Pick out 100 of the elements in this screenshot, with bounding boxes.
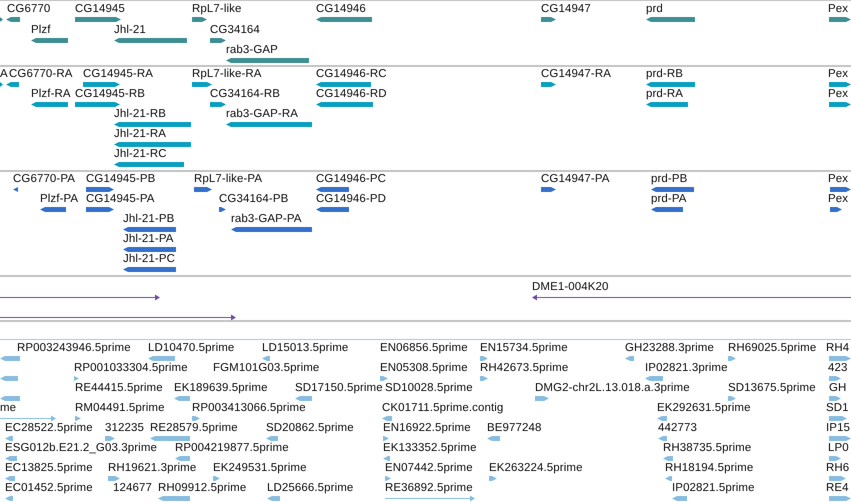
feature-label: LD25666.5prime: [267, 482, 354, 495]
feature-label: Jhl-21: [114, 24, 146, 36]
feature-label: SD1: [826, 402, 849, 415]
feature-label: 442773: [658, 422, 697, 435]
feature-label: Pex: [828, 173, 848, 186]
feature-label: CG14947-RA: [541, 68, 612, 81]
feature-label: RP003243946.5prime: [17, 342, 131, 355]
feature-label: Jhl-21-RA: [114, 128, 166, 141]
feature-label: CG14945: [75, 3, 125, 16]
feature-label: EK263224.5prime: [489, 462, 583, 475]
feature-label: Jhl-21-RC: [114, 148, 167, 161]
feature-label: CG14946-PC: [316, 173, 386, 186]
feature-label: RH42673.5prime: [480, 362, 568, 375]
feature-label: prd-PB: [651, 173, 688, 186]
feature-label: Pex: [828, 88, 848, 101]
feature-label: rab3-GAP-PA: [231, 213, 302, 226]
feature-label: Jhl-21-PC: [123, 253, 176, 266]
feature-label: CG14945-RA: [83, 68, 154, 81]
feature-label: Pex: [828, 68, 848, 81]
feature-label: RM04491.5prime: [75, 402, 165, 415]
feature-label: LD10470.5prime: [148, 342, 234, 355]
feature-label: 423: [828, 362, 848, 375]
feature-label: RH18194.5prime: [665, 462, 754, 475]
feature-label: CG14946-RC: [316, 68, 387, 81]
feature-label: EN07442.5prime: [385, 462, 473, 475]
feature-label: EC13825.5prime: [5, 462, 93, 475]
feature-label: RpL7-like-RA: [192, 68, 262, 81]
feature-label: prd: [646, 3, 663, 16]
feature-label: GH23288.3prime: [625, 342, 714, 355]
feature-label: CG6770-RA: [9, 68, 73, 81]
feature-label: RH38735.5prime: [663, 442, 752, 455]
feature-label: EK189639.5prime: [174, 382, 268, 395]
feature-label: CG14945-PB: [86, 173, 156, 186]
feature-label: GH: [829, 382, 846, 395]
feature-label: RH09912.5prime: [158, 482, 246, 495]
feature-label: CG6770-PA: [13, 173, 76, 186]
feature-label: rab3-GAP: [226, 44, 278, 57]
feature-label: RH19621.3prime: [108, 462, 196, 475]
feature-label: CG6770: [7, 3, 50, 16]
feature-label: prd-RA: [646, 88, 684, 101]
feature-label: RE36892.5prime: [385, 482, 473, 495]
feature-label: RP001033304.5prime: [74, 362, 188, 375]
feature-label: SD13675.5prime: [728, 382, 816, 395]
feature-label: LP0: [828, 442, 849, 455]
feature-label: Plzf-RA: [31, 88, 71, 101]
feature-label: prd-PA: [651, 193, 687, 206]
feature-label: Jhl-21-PB: [123, 213, 174, 226]
feature-label: 312235: [105, 422, 144, 435]
feature-label: RpL7-like-PA: [194, 173, 262, 186]
feature-label: ESG012b.E21.2_G03.3prime: [5, 442, 157, 455]
feature-label: CG14945-RB: [75, 88, 146, 101]
feature-label: Pex: [828, 193, 848, 206]
feature-label: me: [0, 402, 16, 415]
feature-label: DME1-004K20: [532, 281, 609, 294]
feature-label: EN06856.5prime: [380, 342, 468, 355]
feature-label: Plzf: [31, 24, 51, 36]
feature-label: RH6: [826, 462, 850, 475]
feature-label: EC01452.5prime: [5, 482, 93, 495]
feature-label: EK133352.5prime: [383, 442, 477, 455]
feature-label: Jhl-21-PA: [123, 233, 174, 246]
feature-label: CG14947-PA: [541, 173, 610, 186]
feature-label: SD20862.5prime: [266, 422, 354, 435]
feature-label: LD15013.5prime: [262, 342, 348, 355]
feature-label: RH69025.5prime: [728, 342, 816, 355]
feature-label: Plzf-PA: [40, 193, 78, 206]
feature-label: CG34164-RB: [210, 88, 280, 101]
feature-label: EK249531.5prime: [213, 462, 307, 475]
feature-label: SD17150.5prime: [295, 382, 383, 395]
feature-label: RE28579.5prime: [150, 422, 238, 435]
feature-label: CG14946: [316, 3, 366, 16]
feature-label: RpL7-like: [192, 3, 242, 16]
feature-label: 124677: [113, 482, 152, 495]
feature-label: EK292631.5prime: [657, 402, 751, 415]
feature-label: CG14945-PA: [86, 193, 155, 206]
feature-label: RE44415.5prime: [75, 382, 163, 395]
feature-label: EN15734.5prime: [480, 342, 568, 355]
feature-label: IP02821.3prime: [645, 362, 728, 375]
feature-label: DMG2-chr2L.13.018.a.3prime: [535, 382, 690, 395]
feature-label: BE977248: [487, 422, 542, 435]
feature-label: EN16922.5prime: [383, 422, 471, 435]
feature-label: CG14946-PD: [316, 193, 386, 206]
feature-label: RP004219877.5prime: [175, 442, 289, 455]
feature-label: SD10028.5prime: [385, 382, 473, 395]
feature-label: IP15: [826, 422, 850, 435]
feature-label: CG34164-PB: [219, 193, 288, 206]
feature-label: IP02821.5prime: [672, 482, 755, 495]
feature-label: RE4: [826, 482, 849, 495]
feature-label: EC28522.5prime: [5, 422, 93, 435]
feature-label: CG14947: [541, 3, 591, 16]
feature-label: prd-RB: [646, 68, 684, 81]
feature-label: CG14946-RD: [316, 88, 387, 101]
feature-label: rab3-GAP-RA: [226, 108, 298, 121]
feature-label: EN05308.5prime: [380, 362, 468, 375]
feature-label: Pex: [828, 3, 848, 16]
feature-label: Jhl-21-RB: [114, 108, 166, 121]
feature-label: A: [0, 68, 8, 81]
feature-label: FGM101G03.5prime: [213, 362, 320, 375]
feature-label: RH4: [826, 342, 850, 355]
feature-label: RP003413066.5prime: [192, 402, 306, 415]
feature-label: CG34164: [210, 24, 260, 36]
